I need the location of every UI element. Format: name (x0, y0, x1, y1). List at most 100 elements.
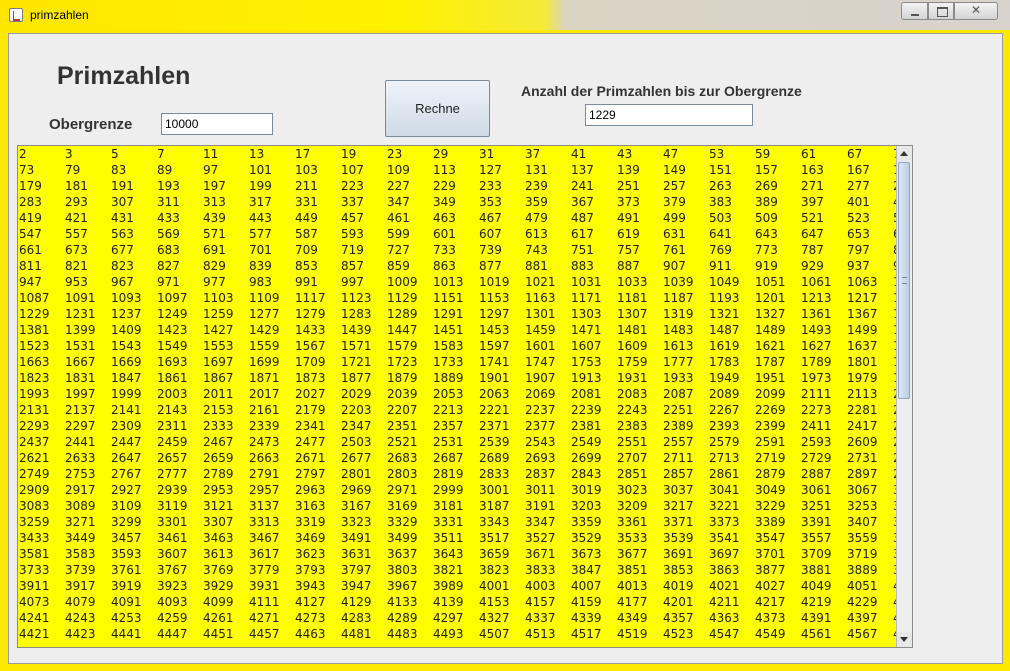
prime-number: 3361 (617, 515, 648, 529)
prime-number: 3187 (479, 499, 510, 513)
prime-number: 2699 (571, 451, 602, 465)
prime-number: 2557 (663, 435, 694, 449)
prime-number: 3461 (157, 531, 188, 545)
prime-number: 1721 (341, 355, 372, 369)
prime-number: 4153 (479, 595, 510, 609)
prime-number: 41 (571, 147, 587, 161)
prime-number: 1409 (111, 323, 142, 337)
prime-number: 4177 (617, 595, 648, 609)
prime-number: 2437 (19, 435, 50, 449)
prime-number: 1291 (433, 307, 464, 321)
prime-number: 3877 (755, 563, 786, 577)
prime-number: 389 (755, 195, 778, 209)
minimize-icon[interactable] (901, 2, 928, 20)
prime-number: 1663 (19, 355, 50, 369)
vertical-scrollbar[interactable] (896, 146, 912, 647)
prime-row: 2621 2633 2647 2657 2659 2663 2671 2677 2683 2687… (19, 450, 912, 466)
prime-count-field[interactable] (585, 104, 753, 126)
prime-number: 2539 (479, 435, 510, 449)
prime-number: 1427 (203, 323, 234, 337)
prime-number: 2647 (111, 451, 142, 465)
prime-number: 4421 (19, 627, 50, 641)
scroll-thumb[interactable] (898, 162, 910, 399)
prime-number: 1021 (525, 275, 556, 289)
prime-number: 757 (617, 243, 640, 257)
close-icon[interactable] (954, 2, 998, 20)
compute-button[interactable]: Rechne (385, 80, 490, 137)
prime-number: 7 (157, 147, 165, 161)
prime-number: 1319 (663, 307, 694, 321)
prime-number: 2713 (709, 451, 740, 465)
prime-number: 1289 (387, 307, 418, 321)
prime-number: 1019 (479, 275, 510, 289)
prime-number: 661 (19, 243, 42, 257)
prime-number: 701 (249, 243, 272, 257)
prime-number: 2503 (341, 435, 372, 449)
prime-number: 131 (525, 163, 548, 177)
prime-number: 3851 (617, 563, 648, 577)
prime-number: 853 (295, 259, 318, 273)
prime-number: 3229 (755, 499, 786, 513)
prime-number: 2593 (801, 435, 832, 449)
prime-number: 1619 (709, 339, 740, 353)
page-title: Primzahlen (57, 62, 191, 90)
prime-number: 1777 (663, 355, 694, 369)
prime-number: 59 (755, 147, 771, 161)
prime-number: 4483 (387, 627, 418, 641)
prime-number: 1429 (249, 323, 280, 337)
title-bar[interactable]: primzahlen (0, 0, 1010, 30)
prime-number: 857 (341, 259, 364, 273)
prime-number: 3769 (203, 563, 234, 577)
prime-number: 1601 (525, 339, 556, 353)
prime-number: 4253 (111, 611, 142, 625)
prime-number: 2029 (341, 387, 372, 401)
prime-number: 433 (157, 211, 180, 225)
prime-number: 523 (847, 211, 870, 225)
prime-number: 4157 (525, 595, 556, 609)
prime-number: 263 (709, 179, 732, 193)
prime-number: 4297 (433, 611, 464, 625)
prime-number: 3797 (341, 563, 372, 577)
prime-number: 1399 (65, 323, 96, 337)
prime-number: 2659 (203, 451, 234, 465)
window-title: primzahlen (30, 8, 89, 22)
prime-number: 4337 (525, 611, 556, 625)
prime-number: 3203 (571, 499, 602, 513)
prime-number: 4507 (479, 627, 510, 641)
prime-number: 3389 (755, 515, 786, 529)
prime-number: 3373 (709, 515, 740, 529)
prime-number: 2543 (525, 435, 556, 449)
prime-number: 4127 (295, 595, 326, 609)
prime-number: 3347 (525, 515, 556, 529)
prime-number: 367 (571, 195, 594, 209)
prime-number: 1747 (525, 355, 556, 369)
prime-number: 4007 (571, 579, 602, 593)
prime-number: 2371 (479, 419, 510, 433)
prime-number: 3559 (847, 531, 878, 545)
upper-limit-input[interactable] (161, 113, 273, 135)
prime-number: 1249 (157, 307, 188, 321)
prime-number: 4261 (203, 611, 234, 625)
prime-number: 1531 (65, 339, 96, 353)
prime-number: 149 (663, 163, 686, 177)
prime-number: 479 (525, 211, 548, 225)
prime-number: 2897 (847, 467, 878, 481)
prime-number: 2179 (295, 403, 326, 417)
prime-number: 1471 (571, 323, 602, 337)
prime-number: 1823 (19, 371, 50, 385)
prime-number: 1613 (663, 339, 694, 353)
prime-number: 443 (249, 211, 272, 225)
prime-number: 2777 (157, 467, 188, 481)
scroll-up-icon[interactable] (897, 146, 912, 161)
prime-row: 1823 1831 1847 1861 1867 1871 1873 1877 1879 1889… (19, 370, 912, 386)
prime-number: 3917 (65, 579, 96, 593)
prime-number: 139 (617, 163, 640, 177)
prime-number: 2837 (525, 467, 556, 481)
prime-number: 1009 (387, 275, 418, 289)
maximize-icon[interactable] (928, 2, 954, 20)
prime-number: 3719 (847, 547, 878, 561)
prime-list-area[interactable]: 2357111317192329313741434753596167717379… (17, 145, 913, 648)
prime-number: 257 (663, 179, 686, 193)
scroll-down-icon[interactable] (897, 632, 912, 647)
prime-number: 1621 (755, 339, 786, 353)
